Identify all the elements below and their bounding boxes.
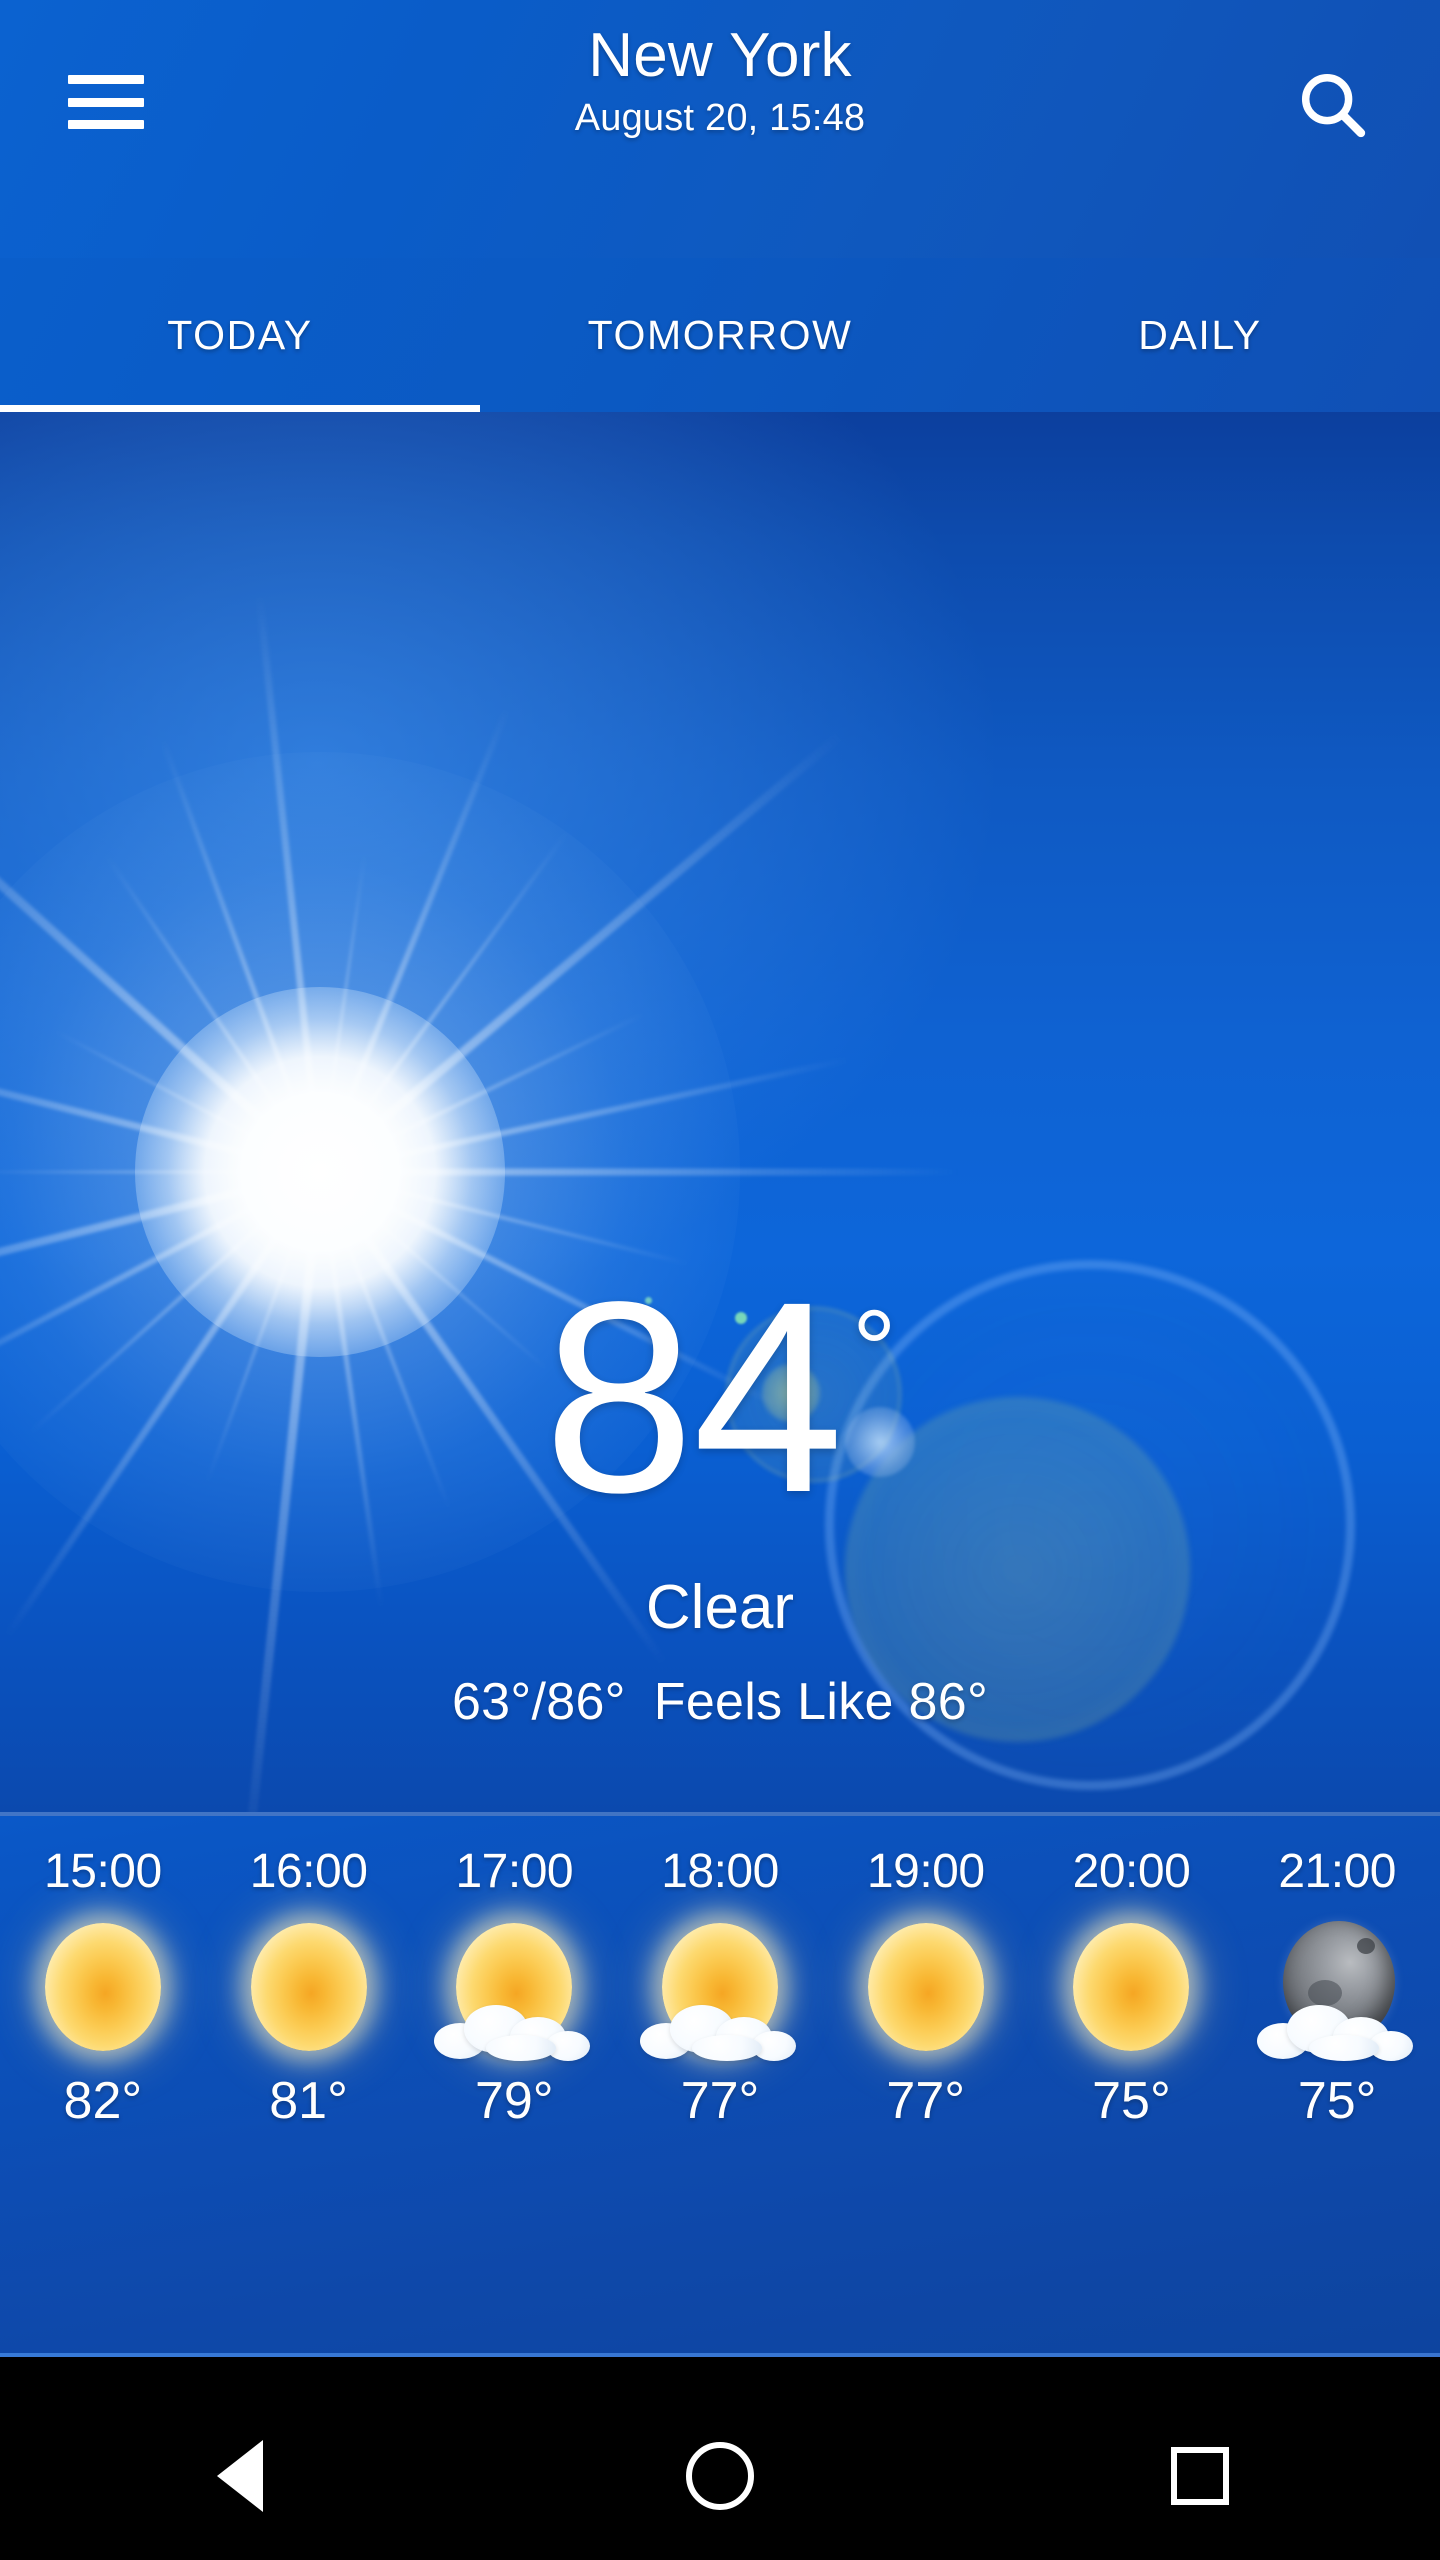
sun-icon — [250, 1923, 367, 2051]
sun-icon — [23, 1915, 183, 2065]
cloud-puff — [486, 2035, 557, 2061]
recents-button[interactable] — [1110, 2392, 1290, 2560]
hourly-temperature: 82° — [63, 2072, 143, 2130]
home-button[interactable] — [630, 2392, 810, 2560]
hourly-forecast-item[interactable]: 15:00 82° — [0, 1816, 206, 2353]
hamburger-menu-icon[interactable] — [68, 75, 144, 129]
sun-cloud-icon — [640, 1915, 800, 2065]
recents-square-icon — [1171, 2447, 1229, 2505]
hourly-time: 19:00 — [866, 1845, 985, 1898]
feels-like-temp: Feels Like 86° — [653, 1673, 989, 1731]
android-navigation-bar — [0, 2392, 1440, 2560]
sun-icon — [846, 1915, 1006, 2065]
menu-bar-3 — [68, 120, 144, 129]
page-subtitle: August 20, 15:48 — [574, 97, 866, 140]
current-temperature-row: 84 ° — [0, 1245, 1440, 1549]
tab-tomorrow[interactable]: TOMORROW — [480, 258, 960, 412]
search-icon[interactable] — [1290, 62, 1376, 148]
sun-icon — [867, 1923, 984, 2051]
tab-bar[interactable]: TODAY TOMORROW DAILY — [0, 258, 1440, 412]
tab-today[interactable]: TODAY — [0, 258, 480, 412]
hourly-time: 18:00 — [661, 1845, 779, 1898]
cloud-puff — [692, 2035, 763, 2061]
hourly-time: 21:00 — [1278, 1845, 1396, 1898]
hourly-temperature: 81° — [269, 2072, 348, 2130]
sun-icon — [1073, 1923, 1190, 2051]
sun-icon — [1051, 1915, 1211, 2065]
tab-label: DAILY — [1138, 311, 1262, 358]
hourly-temperature: 75° — [1297, 2072, 1377, 2130]
home-circle-icon — [686, 2442, 754, 2510]
sun-icon — [44, 1923, 161, 2051]
weather-app-screen: 84 ° Clear 63°/86° Feels Like 86° 15:00 82… — [0, 0, 1440, 2560]
moon-cloud-icon — [1257, 1915, 1417, 2065]
app-bar: New York August 20, 15:48 — [0, 0, 1440, 258]
hourly-time: 17:00 — [455, 1845, 574, 1898]
hourly-time: 20:00 — [1072, 1845, 1191, 1898]
back-triangle-icon — [217, 2440, 263, 2512]
cloud-icon — [1251, 1999, 1419, 2061]
cloud-puff — [1309, 2035, 1380, 2061]
menu-bar-1 — [68, 75, 144, 84]
hourly-forecast-item[interactable]: 19:00 77° — [823, 1816, 1029, 2353]
sun-icon — [229, 1915, 389, 2065]
hourly-time: 15:00 — [44, 1845, 162, 1898]
active-tab-indicator — [0, 405, 480, 412]
cloud-icon — [428, 1999, 596, 2061]
degree-symbol: ° — [851, 1287, 897, 1412]
high-low-feels-like-row: 63°/86° Feels Like 86° — [0, 1672, 1440, 1732]
back-button[interactable] — [150, 2392, 330, 2560]
current-condition-label: Clear — [645, 1573, 795, 1642]
low-high-temp: 63°/86° — [451, 1673, 626, 1731]
hourly-forecast-item[interactable]: 20:00 75° — [1029, 1816, 1235, 2353]
hourly-time: 16:00 — [249, 1845, 368, 1898]
hourly-forecast-item[interactable]: 17:00 79° — [411, 1816, 617, 2353]
hourly-forecast-strip[interactable]: 15:00 82° 16:00 81° 17:00 79° 18:00 77° 19:00 77°… — [0, 1812, 1440, 2357]
cloud-icon — [634, 1999, 802, 2061]
sun-cloud-icon — [434, 1915, 594, 2065]
page-title: New York — [588, 21, 852, 90]
hourly-forecast-item[interactable]: 18:00 77° — [617, 1816, 823, 2353]
hourly-forecast-item[interactable]: 21:00 75° — [1234, 1816, 1440, 2353]
tab-label: TOMORROW — [587, 311, 853, 358]
hourly-forecast-item[interactable]: 16:00 81° — [206, 1816, 412, 2353]
current-temperature: 84 — [543, 1245, 844, 1549]
hourly-temperature: 77° — [680, 2072, 760, 2130]
hourly-temperature: 77° — [886, 2072, 966, 2130]
hourly-temperature: 75° — [1092, 2072, 1171, 2130]
tab-label: TODAY — [167, 311, 313, 358]
tab-daily[interactable]: DAILY — [960, 258, 1440, 412]
app-bar-titles: New York August 20, 15:48 — [0, 20, 1440, 140]
menu-bar-2 — [68, 97, 144, 107]
hourly-temperature: 79° — [474, 2072, 554, 2130]
